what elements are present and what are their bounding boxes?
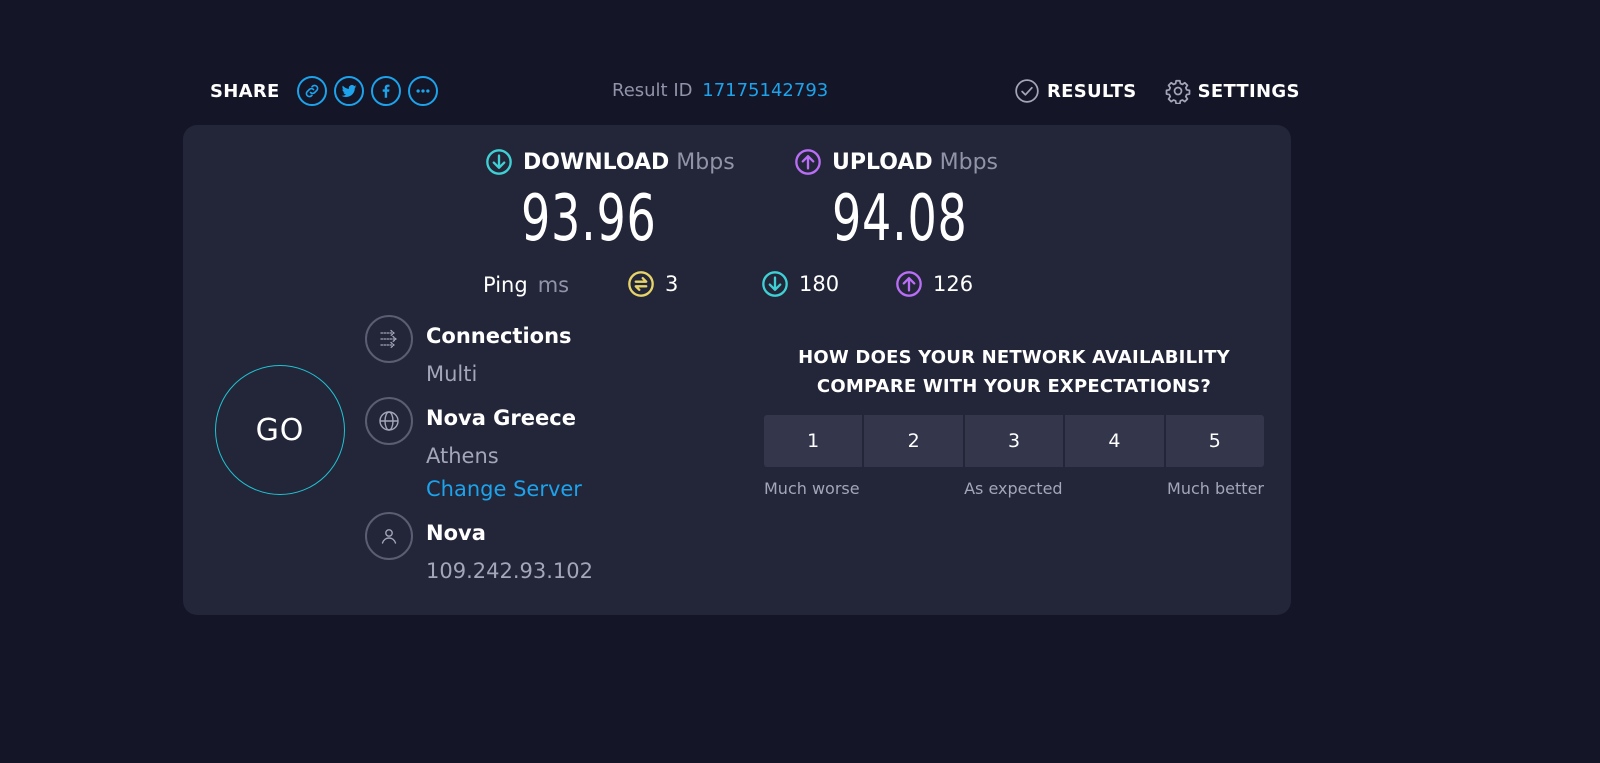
more-icon xyxy=(416,89,430,93)
provider-info: Nova 109.242.93.102 xyxy=(365,512,593,586)
share-twitter-button[interactable] xyxy=(333,76,364,106)
twitter-icon xyxy=(341,84,357,98)
ping-row: Ping ms 3 180 126 xyxy=(483,270,973,300)
download-unit: Mbps xyxy=(676,149,735,175)
upload-arrow-icon xyxy=(795,149,821,175)
settings-button[interactable]: SETTINGS xyxy=(1165,78,1300,104)
download-value: 93.96 xyxy=(521,182,657,256)
rating-button-5[interactable]: 5 xyxy=(1165,415,1265,467)
gear-icon xyxy=(1165,79,1190,104)
share-link-button[interactable] xyxy=(296,76,327,106)
connections-icon xyxy=(380,329,397,349)
server-info: Nova Greece Athens Change Server xyxy=(365,397,582,504)
change-server-link[interactable]: Change Server xyxy=(426,474,582,504)
connections-info: Connections Multi xyxy=(365,315,572,389)
rating-button-3[interactable]: 3 xyxy=(964,415,1064,467)
globe-icon xyxy=(379,411,399,431)
availability-survey: HOW DOES YOUR NETWORK AVAILABILITY COMPA… xyxy=(764,343,1265,498)
connections-value: Multi xyxy=(426,362,478,386)
download-label: DOWNLOAD xyxy=(523,149,670,175)
share-more-button[interactable] xyxy=(407,76,438,106)
share-bar: SHARE xyxy=(210,74,438,108)
share-label: SHARE xyxy=(210,80,280,102)
server-icon-wrap xyxy=(365,397,413,445)
ping-download-value: 180 xyxy=(799,272,840,296)
rating-button-2[interactable]: 2 xyxy=(864,415,963,467)
survey-question-line2: COMPARE WITH YOUR EXPECTATIONS? xyxy=(816,376,1212,397)
rating-button-1[interactable]: 1 xyxy=(764,415,863,467)
results-button[interactable]: RESULTS xyxy=(1014,78,1137,104)
speedtest-page: SHARE Result ID 17175142793 RESULTS SETT… xyxy=(0,0,1600,763)
upload-metric: UPLOAD Mbps 94.08 xyxy=(794,147,1020,259)
scale-mid-label: As expected xyxy=(964,479,1063,498)
rating-scale: 1 2 3 4 5 xyxy=(764,415,1265,467)
ping-idle: 3 xyxy=(627,270,678,298)
idle-latency-icon xyxy=(628,271,654,297)
check-circle-icon xyxy=(1015,79,1039,103)
server-name: Nova Greece xyxy=(426,406,576,430)
ping-upload-value: 126 xyxy=(933,272,974,296)
result-card: DOWNLOAD Mbps 93.96 UPLOAD Mbps 94.08 Pi… xyxy=(183,125,1291,615)
provider-ip: 109.242.93.102 xyxy=(426,559,593,583)
upload-unit: Mbps xyxy=(939,149,998,175)
server-location: Athens xyxy=(426,444,499,468)
link-icon xyxy=(305,84,318,98)
connections-icon-wrap[interactable] xyxy=(365,315,413,363)
scale-high-label: Much better xyxy=(1167,479,1264,498)
facebook-icon xyxy=(382,84,390,98)
rating-scale-labels: Much worse As expected Much better xyxy=(764,479,1264,498)
ping-download: 180 xyxy=(761,270,839,298)
provider-icon-wrap xyxy=(365,512,413,560)
upload-value: 94.08 xyxy=(832,182,968,256)
ping-unit: ms xyxy=(537,273,570,297)
upload-latency-icon xyxy=(896,271,922,297)
ping-upload: 126 xyxy=(895,270,973,298)
go-label: GO xyxy=(255,412,305,448)
result-id-label: Result ID xyxy=(612,80,693,101)
share-facebook-button[interactable] xyxy=(370,76,401,106)
scale-low-label: Much worse xyxy=(764,479,860,498)
download-arrow-icon xyxy=(486,149,512,175)
ping-idle-value: 3 xyxy=(665,272,679,296)
survey-question: HOW DOES YOUR NETWORK AVAILABILITY COMPA… xyxy=(764,343,1264,401)
top-nav: RESULTS SETTINGS xyxy=(1014,78,1300,104)
result-id-link[interactable]: 17175142793 xyxy=(702,80,828,101)
results-label: RESULTS xyxy=(1047,80,1137,102)
settings-label: SETTINGS xyxy=(1197,80,1300,102)
download-latency-icon xyxy=(762,271,788,297)
upload-label: UPLOAD xyxy=(832,149,933,175)
ping-label: Ping xyxy=(483,273,528,297)
user-icon xyxy=(381,529,397,544)
provider-name: Nova xyxy=(426,521,486,545)
survey-question-line1: HOW DOES YOUR NETWORK AVAILABILITY xyxy=(798,347,1230,368)
result-id: Result ID 17175142793 xyxy=(612,80,828,101)
rating-button-4[interactable]: 4 xyxy=(1065,415,1164,467)
go-button[interactable]: GO xyxy=(215,365,345,495)
download-metric: DOWNLOAD Mbps 93.96 xyxy=(485,147,735,259)
connections-title: Connections xyxy=(426,324,572,348)
